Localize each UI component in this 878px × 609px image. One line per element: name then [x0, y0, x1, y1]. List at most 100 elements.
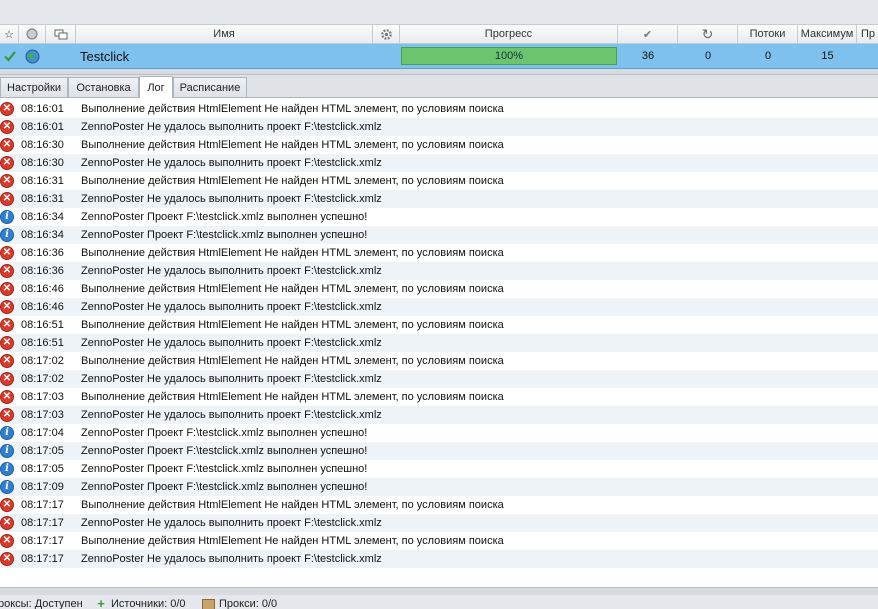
log-message: ZennoPoster Не удалось выполнить проект … — [81, 157, 382, 169]
threads-column-header[interactable]: Потоки — [738, 25, 798, 43]
log-time: 08:17:02 — [21, 373, 64, 385]
log-message: ZennoPoster Проект F:\testclick.xmlz вып… — [81, 229, 368, 241]
tab-log[interactable]: Лог — [139, 76, 173, 98]
info-icon: i — [0, 426, 14, 440]
globe-column-header[interactable] — [19, 25, 46, 43]
star-column-header[interactable]: ☆ — [0, 25, 19, 43]
info-icon: i — [0, 480, 14, 494]
plus-icon: + — [97, 596, 105, 609]
log-message: Выполнение действия HtmlElement Не найде… — [81, 103, 504, 115]
log-list[interactable]: ✕ 08:16:01 Выполнение действия HtmlElement… — [0, 100, 878, 570]
log-message: ZennoPoster Проект F:\testclick.xmlz вып… — [81, 481, 368, 493]
tab-schedule[interactable]: Расписание — [173, 77, 247, 97]
error-icon: ✕ — [0, 192, 14, 206]
tab-stop[interactable]: Остановка — [68, 77, 139, 97]
log-row[interactable]: i 08:17:05 ZennoPoster Проект F:\testclick… — [0, 460, 878, 478]
log-message: Выполнение действия HtmlElement Не найде… — [81, 355, 504, 367]
info-icon: i — [0, 228, 14, 242]
log-time: 08:17:03 — [21, 391, 64, 403]
log-message: ZennoPoster Не удалось выполнить проект … — [81, 373, 382, 385]
log-row[interactable]: ✕ 08:17:17 ZennoPoster Не удалось выполнит… — [0, 514, 878, 532]
repeat-column-header[interactable]: ↻ — [678, 25, 738, 43]
star-icon: ☆ — [4, 28, 14, 41]
log-row[interactable]: ✕ 08:17:17 ZennoPoster Не удалось выполнит… — [0, 550, 878, 568]
log-row[interactable]: ✕ 08:16:46 Выполнение действия HtmlElement… — [0, 280, 878, 298]
log-message: ZennoPoster Не удалось выполнить проект … — [81, 409, 382, 421]
log-time: 08:16:30 — [21, 139, 64, 151]
name-column-label: Имя — [213, 28, 235, 40]
log-row[interactable]: ✕ 08:17:03 ZennoPoster Не удалось выполнит… — [0, 406, 878, 424]
log-row[interactable]: i 08:17:04 ZennoPoster Проект F:\testclick… — [0, 424, 878, 442]
log-row[interactable]: i 08:16:34 ZennoPoster Проект F:\testclick… — [0, 208, 878, 226]
log-time: 08:16:46 — [21, 283, 64, 295]
windows-icon — [54, 29, 67, 39]
priority-column-label: Пр — [861, 28, 876, 40]
priority-column-header[interactable]: Пр — [857, 25, 878, 43]
proxies-status[interactable]: Прокси: 0/0 — [202, 598, 277, 609]
log-row[interactable]: ✕ 08:16:51 Выполнение действия HtmlElement… — [0, 316, 878, 334]
task-success-count: 36 — [641, 50, 655, 62]
status-bar: роксы: Доступен + Источники: 0/0 Прокси:… — [0, 595, 878, 609]
log-message: ZennoPoster Не удалось выполнить проект … — [81, 553, 382, 565]
log-time: 08:17:05 — [21, 445, 64, 457]
name-column-header[interactable]: Имя — [76, 25, 373, 43]
top-area — [0, 0, 878, 24]
error-icon: ✕ — [0, 102, 14, 116]
log-message: ZennoPoster Не удалось выполнить проект … — [81, 265, 382, 277]
log-row[interactable]: ✕ 08:17:03 Выполнение действия HtmlElement… — [0, 388, 878, 406]
settings-column-header[interactable] — [373, 25, 400, 43]
log-row[interactable]: ✕ 08:16:31 Выполнение действия HtmlElement… — [0, 172, 878, 190]
details-tab-strip: Настройки Остановка Лог Расписание — [0, 75, 878, 98]
info-icon: i — [0, 210, 14, 224]
log-row[interactable]: ✕ 08:16:46 ZennoPoster Не удалось выполнит… — [0, 298, 878, 316]
log-time: 08:17:17 — [21, 553, 64, 565]
tab-log-label: Лог — [147, 81, 165, 94]
log-row[interactable]: i 08:17:09 ZennoPoster Проект F:\testclick… — [0, 478, 878, 496]
task-maximum-count: 15 — [821, 50, 834, 62]
log-row[interactable]: ✕ 08:16:30 ZennoPoster Не удалось выполнит… — [0, 154, 878, 172]
log-row[interactable]: ✕ 08:17:17 Выполнение действия HtmlElement… — [0, 496, 878, 514]
log-row[interactable]: ✕ 08:17:02 Выполнение действия HtmlElement… — [0, 352, 878, 370]
log-row[interactable]: ✕ 08:16:36 ZennoPoster Не удалось выполнит… — [0, 262, 878, 280]
log-row[interactable]: ✕ 08:16:36 Выполнение действия HtmlElement… — [0, 244, 878, 262]
log-time: 08:16:51 — [21, 337, 64, 349]
log-message: Выполнение действия HtmlElement Не найде… — [81, 175, 504, 187]
windows-column-header[interactable] — [46, 25, 76, 43]
error-icon: ✕ — [0, 354, 14, 368]
task-repeat-count: 0 — [704, 50, 712, 62]
log-message: Выполнение действия HtmlElement Не найде… — [81, 283, 504, 295]
bottom-splitter — [0, 587, 878, 595]
success-column-header[interactable]: ✔ — [618, 25, 678, 43]
log-time: 08:16:30 — [21, 157, 64, 169]
log-message: Выполнение действия HtmlElement Не найде… — [81, 499, 504, 511]
progress-column-header[interactable]: Прогресс — [400, 25, 618, 43]
log-time: 08:17:17 — [21, 535, 64, 547]
tab-stop-label: Остановка — [76, 81, 131, 94]
log-row[interactable]: ✕ 08:16:30 Выполнение действия HtmlElement… — [0, 136, 878, 154]
log-row[interactable]: ✕ 08:17:17 Выполнение действия HtmlElement… — [0, 532, 878, 550]
error-icon: ✕ — [0, 174, 14, 188]
log-time: 08:16:34 — [21, 229, 64, 241]
log-time: 08:17:04 — [21, 427, 64, 439]
log-row[interactable]: i 08:17:05 ZennoPoster Проект F:\testclick… — [0, 442, 878, 460]
log-row[interactable]: i 08:16:34 ZennoPoster Проект F:\testclick… — [0, 226, 878, 244]
log-row[interactable]: ✕ 08:16:01 Выполнение действия HtmlElement… — [0, 100, 878, 118]
log-row[interactable]: ✕ 08:16:51 ZennoPoster Не удалось выполнит… — [0, 334, 878, 352]
error-icon: ✕ — [0, 246, 14, 260]
sources-status[interactable]: + Источники: 0/0 — [95, 596, 185, 609]
log-row[interactable]: ✕ 08:16:31 ZennoPoster Не удалось выполнит… — [0, 190, 878, 208]
log-message: ZennoPoster Проект F:\testclick.xmlz вып… — [81, 463, 368, 475]
log-message: ZennoPoster Не удалось выполнить проект … — [81, 517, 382, 529]
log-time: 08:16:36 — [21, 265, 64, 277]
log-row[interactable]: ✕ 08:17:02 ZennoPoster Не удалось выполнит… — [0, 370, 878, 388]
maximum-column-header[interactable]: Максимум — [798, 25, 857, 43]
log-row[interactable]: ✕ 08:16:01 ZennoPoster Не удалось выполнит… — [0, 118, 878, 136]
error-icon: ✕ — [0, 282, 14, 296]
log-time: 08:16:31 — [21, 193, 64, 205]
log-message: ZennoPoster Не удалось выполнить проект … — [81, 337, 382, 349]
task-row-testclick[interactable]: Testclick 100% 36 0 0 15 — [0, 44, 878, 69]
log-message: ZennoPoster Не удалось выполнить проект … — [81, 121, 382, 133]
tab-settings-label: Настройки — [7, 81, 61, 94]
tab-settings[interactable]: Настройки — [0, 77, 68, 97]
task-progress-bar: 100% — [401, 47, 617, 65]
